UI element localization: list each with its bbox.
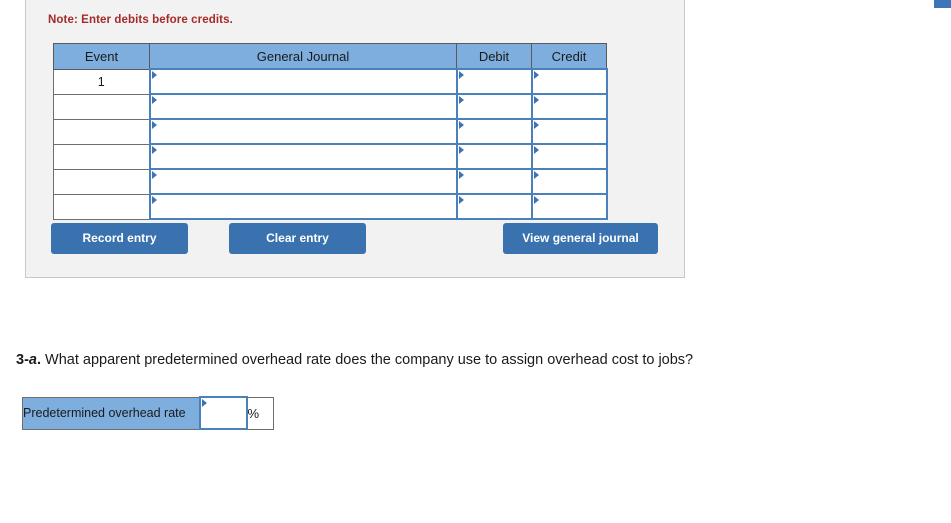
event-number-cell xyxy=(53,143,150,170)
table-row xyxy=(53,93,608,120)
general-journal-input-6[interactable] xyxy=(150,195,456,218)
column-header-credit: Credit xyxy=(531,43,607,70)
credit-cell-6[interactable] xyxy=(530,193,608,220)
event-number-cell xyxy=(53,93,150,120)
dropdown-triangle-icon xyxy=(458,146,464,154)
dropdown-triangle-icon xyxy=(458,96,464,104)
debit-cell-2[interactable] xyxy=(455,93,533,120)
column-header-general-journal: General Journal xyxy=(149,43,457,70)
debit-input-1[interactable] xyxy=(457,70,531,93)
general-journal-input-1[interactable] xyxy=(150,70,456,93)
general-journal-account-select-6[interactable] xyxy=(148,193,458,220)
dropdown-triangle-icon xyxy=(151,71,157,79)
column-header-debit: Debit xyxy=(456,43,532,70)
debit-input-5[interactable] xyxy=(457,170,531,193)
question-3a: 3-a. What apparent predetermined overhea… xyxy=(16,352,693,368)
event-number-cell xyxy=(53,193,150,220)
dropdown-triangle-icon xyxy=(151,196,157,204)
table-row xyxy=(53,193,608,220)
column-header-event: Event xyxy=(53,43,150,70)
credit-input-5[interactable] xyxy=(532,170,606,193)
general-journal-account-select-3[interactable] xyxy=(148,118,458,145)
table-row xyxy=(53,118,608,145)
table-row: 1 xyxy=(53,68,608,95)
dropdown-triangle-icon xyxy=(458,196,464,204)
general-journal-input-4[interactable] xyxy=(150,145,456,168)
dropdown-triangle-icon xyxy=(533,96,539,104)
journal-entry-panel: Note: Enter debits before credits. Event… xyxy=(25,0,685,278)
general-journal-table: Event General Journal Debit Credit 1 xyxy=(53,43,608,220)
view-general-journal-button[interactable]: View general journal xyxy=(503,223,658,254)
event-number-cell xyxy=(53,118,150,145)
dropdown-triangle-icon xyxy=(533,71,539,79)
general-journal-account-select-4[interactable] xyxy=(148,143,458,170)
predetermined-overhead-rate-cell[interactable] xyxy=(198,396,248,430)
dropdown-triangle-icon xyxy=(151,96,157,104)
event-number-cell xyxy=(53,168,150,195)
general-journal-input-3[interactable] xyxy=(150,120,456,143)
general-journal-account-select-5[interactable] xyxy=(148,168,458,195)
table-header-row: Event General Journal Debit Credit xyxy=(53,43,607,70)
dropdown-triangle-icon xyxy=(458,171,464,179)
dropdown-triangle-icon xyxy=(533,146,539,154)
clear-entry-button[interactable]: Clear entry xyxy=(229,223,366,254)
debit-cell-4[interactable] xyxy=(455,143,533,170)
event-number-cell: 1 xyxy=(53,68,150,95)
dropdown-triangle-icon xyxy=(533,171,539,179)
record-entry-button[interactable]: Record entry xyxy=(51,223,188,254)
debit-cell-6[interactable] xyxy=(455,193,533,220)
dropdown-triangle-icon xyxy=(533,121,539,129)
debit-input-4[interactable] xyxy=(457,145,531,168)
debit-cell-1[interactable] xyxy=(455,68,533,95)
debit-input-3[interactable] xyxy=(457,120,531,143)
question-number: 3-a. xyxy=(16,352,42,368)
predetermined-overhead-rate-answer-table: Predetermined overhead rate % xyxy=(22,396,274,430)
credit-cell-1[interactable] xyxy=(530,68,608,95)
credit-input-1[interactable] xyxy=(532,70,606,93)
predetermined-overhead-rate-input[interactable] xyxy=(200,398,246,428)
question-text: What apparent predetermined overhead rat… xyxy=(45,352,694,368)
percent-unit-cell: % xyxy=(246,396,274,430)
table-row xyxy=(53,143,608,170)
dropdown-triangle-icon xyxy=(151,146,157,154)
dropdown-triangle-icon xyxy=(201,399,207,407)
answer-row: Predetermined overhead rate % xyxy=(22,396,274,430)
debit-cell-3[interactable] xyxy=(455,118,533,145)
dropdown-triangle-icon xyxy=(151,171,157,179)
dropdown-triangle-icon xyxy=(151,121,157,129)
debit-cell-5[interactable] xyxy=(455,168,533,195)
general-journal-input-2[interactable] xyxy=(150,95,456,118)
credit-cell-2[interactable] xyxy=(530,93,608,120)
dropdown-triangle-icon xyxy=(458,121,464,129)
table-row xyxy=(53,168,608,195)
debits-before-credits-note: Note: Enter debits before credits. xyxy=(48,14,233,26)
general-journal-account-select-2[interactable] xyxy=(148,93,458,120)
credit-cell-4[interactable] xyxy=(530,143,608,170)
credit-input-3[interactable] xyxy=(532,120,606,143)
credit-input-2[interactable] xyxy=(532,95,606,118)
dropdown-triangle-icon xyxy=(533,196,539,204)
credit-input-6[interactable] xyxy=(532,195,606,218)
predetermined-overhead-rate-label: Predetermined overhead rate xyxy=(22,396,200,430)
credit-cell-5[interactable] xyxy=(530,168,608,195)
top-right-blue-fragment xyxy=(934,0,951,8)
debit-input-2[interactable] xyxy=(457,95,531,118)
general-journal-account-select-1[interactable] xyxy=(148,68,458,95)
credit-cell-3[interactable] xyxy=(530,118,608,145)
general-journal-input-5[interactable] xyxy=(150,170,456,193)
debit-input-6[interactable] xyxy=(457,195,531,218)
dropdown-triangle-icon xyxy=(458,71,464,79)
credit-input-4[interactable] xyxy=(532,145,606,168)
